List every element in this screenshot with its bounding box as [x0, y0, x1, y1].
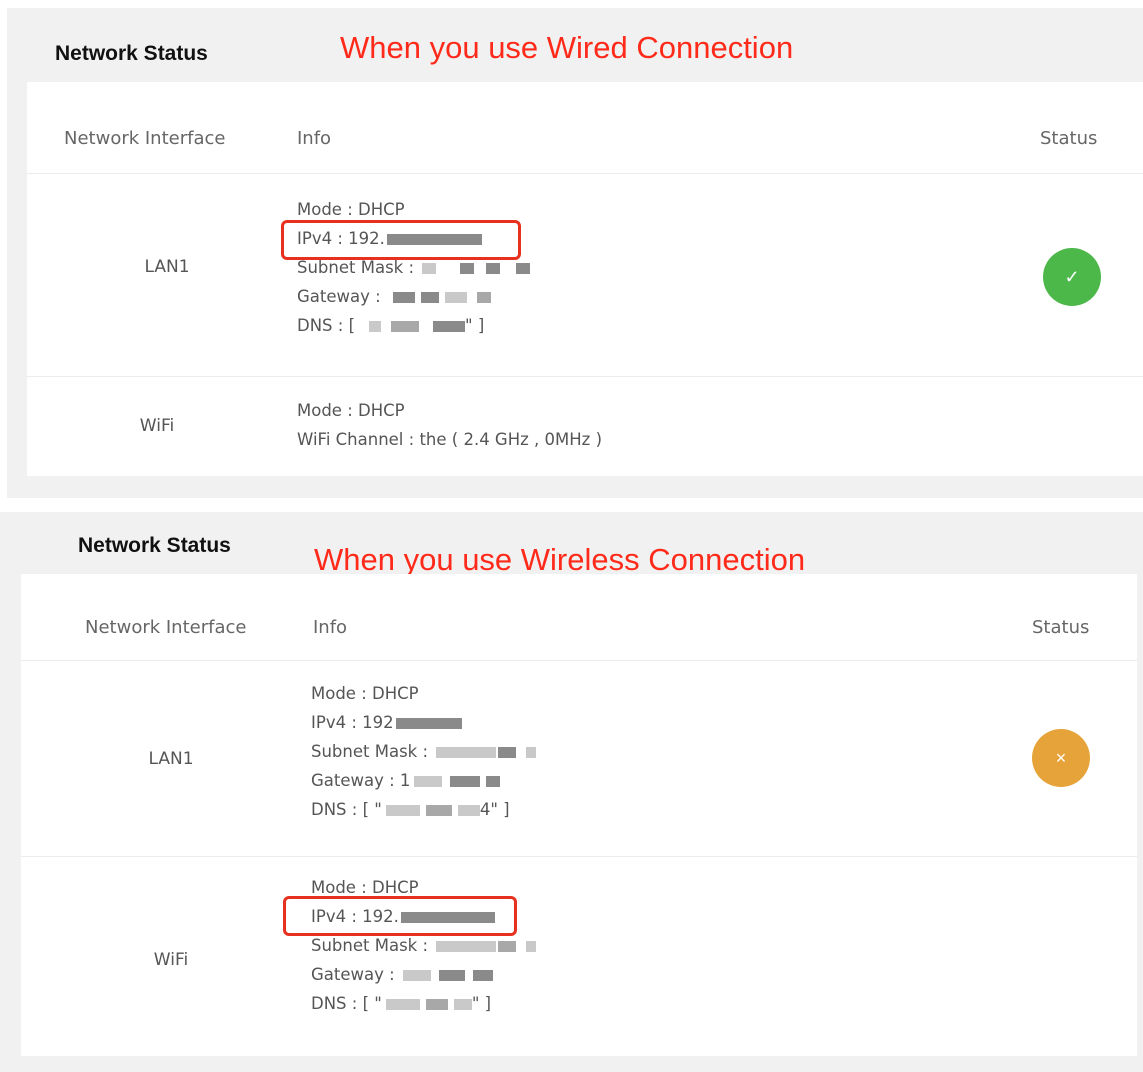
- wifi-channel-text: WiFi Channel : the ( 2.4 GHz , 0MHz ): [297, 430, 603, 449]
- ipv4-text: IPv4 : 192: [311, 713, 394, 732]
- redacted-value: [414, 776, 443, 787]
- gateway-line: Gateway : 1: [311, 766, 536, 795]
- header-info: Info: [313, 617, 348, 638]
- header-status: Status: [1032, 617, 1090, 638]
- redacted-value: [385, 999, 420, 1010]
- dns-end: 4" ]: [479, 800, 510, 819]
- gateway-line: Gateway :: [311, 960, 536, 989]
- redacted-value: [425, 999, 448, 1010]
- gateway-text: Gateway : 1: [311, 771, 411, 790]
- header-info: Info: [297, 128, 332, 149]
- redacted-value: [476, 292, 491, 303]
- redacted-value: [420, 292, 439, 303]
- redacted-value: [391, 321, 420, 332]
- dns-text: DNS : [: [297, 316, 356, 335]
- redacted-value: [369, 321, 382, 332]
- redacted-value: [422, 263, 437, 274]
- dns-line: DNS : [ " " ]: [311, 989, 536, 1018]
- mode-line: Mode : DHCP: [297, 396, 602, 425]
- redacted-value: [498, 941, 517, 952]
- redacted-value: [460, 263, 475, 274]
- mode-text: Mode : DHCP: [297, 401, 405, 420]
- network-status-panel-wireless: Network Status When you use Wireless Con…: [0, 512, 1143, 1072]
- table-header-row: Network Interface Info Status: [27, 82, 1143, 174]
- redacted-value: [498, 747, 517, 758]
- redacted-value: [444, 292, 467, 303]
- gateway-line: Gateway :: [297, 282, 530, 311]
- redacted-value: [392, 292, 415, 303]
- subnet-text: Subnet Mask :: [311, 742, 429, 761]
- wifi-channel-line: WiFi Channel : the ( 2.4 GHz , 0MHz ): [297, 425, 602, 454]
- panel-title: Network Status: [78, 534, 231, 557]
- info-cell: Mode : DHCP IPv4 : 192 Subnet Mask : Gat…: [311, 679, 537, 824]
- dns-end: " ]: [471, 994, 492, 1013]
- status-ok-icon: ✓: [1043, 248, 1101, 306]
- table-header-row: Network Interface Info Status: [21, 574, 1137, 661]
- redacted-value: [486, 263, 501, 274]
- redacted-value: [402, 970, 431, 981]
- close-icon: ×: [1055, 747, 1067, 768]
- table-row-lan1: LAN1 Mode : DHCP IPv4 : 192. Subnet Mask…: [27, 173, 1143, 377]
- ipv4-highlight-box: [283, 896, 517, 936]
- header-network-interface: Network Interface: [64, 128, 226, 149]
- check-icon: ✓: [1064, 266, 1080, 287]
- interface-name: LAN1: [148, 749, 194, 769]
- table-row-wifi: WiFi Mode : DHCP IPv4 : 192. Subnet Mask…: [21, 856, 1137, 1056]
- redacted-value: [385, 805, 420, 816]
- mode-line: Mode : DHCP: [311, 679, 536, 708]
- subnet-text: Subnet Mask :: [311, 936, 429, 955]
- panel-title: Network Status: [55, 42, 208, 65]
- annotation-wireless: When you use Wireless Connection: [314, 542, 806, 577]
- redacted-value: [438, 970, 465, 981]
- redacted-value: [453, 999, 472, 1010]
- mode-text: Mode : DHCP: [311, 878, 419, 897]
- info-cell: Mode : DHCP IPv4 : 192. Subnet Mask : Ga…: [297, 195, 531, 340]
- subnet-text: Subnet Mask :: [297, 258, 415, 277]
- subnet-line: Subnet Mask :: [311, 737, 537, 766]
- status-table: Network Interface Info Status LAN1 Mode …: [27, 82, 1143, 476]
- redacted-value: [433, 321, 466, 332]
- mode-text: Mode : DHCP: [311, 684, 419, 703]
- gateway-text: Gateway :: [311, 965, 395, 984]
- ipv4-line: IPv4 : 192: [311, 708, 536, 737]
- redacted-value: [395, 718, 462, 729]
- dns-text: DNS : [ ": [311, 994, 382, 1013]
- table-row-wifi: WiFi Mode : DHCP WiFi Channel : the ( 2.…: [27, 376, 1143, 476]
- info-cell: Mode : DHCP IPv4 : 192. Subnet Mask : Ga…: [311, 873, 537, 1018]
- interface-name: LAN1: [144, 257, 190, 277]
- table-row-lan1: LAN1 Mode : DHCP IPv4 : 192 Subnet Mask …: [21, 660, 1137, 857]
- info-cell: Mode : DHCP WiFi Channel : the ( 2.4 GHz…: [297, 396, 602, 454]
- redacted-value: [457, 805, 480, 816]
- annotation-wired: When you use Wired Connection: [340, 30, 794, 65]
- redacted-value: [436, 941, 497, 952]
- interface-name: WiFi: [139, 416, 175, 436]
- dns-end: " ]: [465, 316, 485, 335]
- header-network-interface: Network Interface: [85, 617, 247, 638]
- dns-line: DNS : [ " ]: [297, 311, 530, 340]
- status-table: Network Interface Info Status LAN1 Mode …: [21, 574, 1137, 1056]
- redacted-value: [526, 747, 537, 758]
- redacted-value: [472, 970, 493, 981]
- status-error-icon: ×: [1032, 729, 1090, 787]
- dns-text: DNS : [ ": [311, 800, 382, 819]
- redacted-value: [436, 747, 497, 758]
- redacted-value: [486, 776, 501, 787]
- redacted-value: [526, 941, 537, 952]
- gateway-text: Gateway :: [297, 287, 381, 306]
- network-status-panel-wired: Network Status When you use Wired Connec…: [7, 8, 1143, 498]
- ipv4-highlight-box: [281, 220, 521, 260]
- redacted-value: [516, 263, 531, 274]
- redacted-value: [425, 805, 452, 816]
- mode-text: Mode : DHCP: [297, 200, 405, 219]
- header-status: Status: [1040, 128, 1098, 149]
- interface-name: WiFi: [153, 950, 189, 970]
- dns-line: DNS : [ " 4" ]: [311, 795, 536, 824]
- redacted-value: [450, 776, 481, 787]
